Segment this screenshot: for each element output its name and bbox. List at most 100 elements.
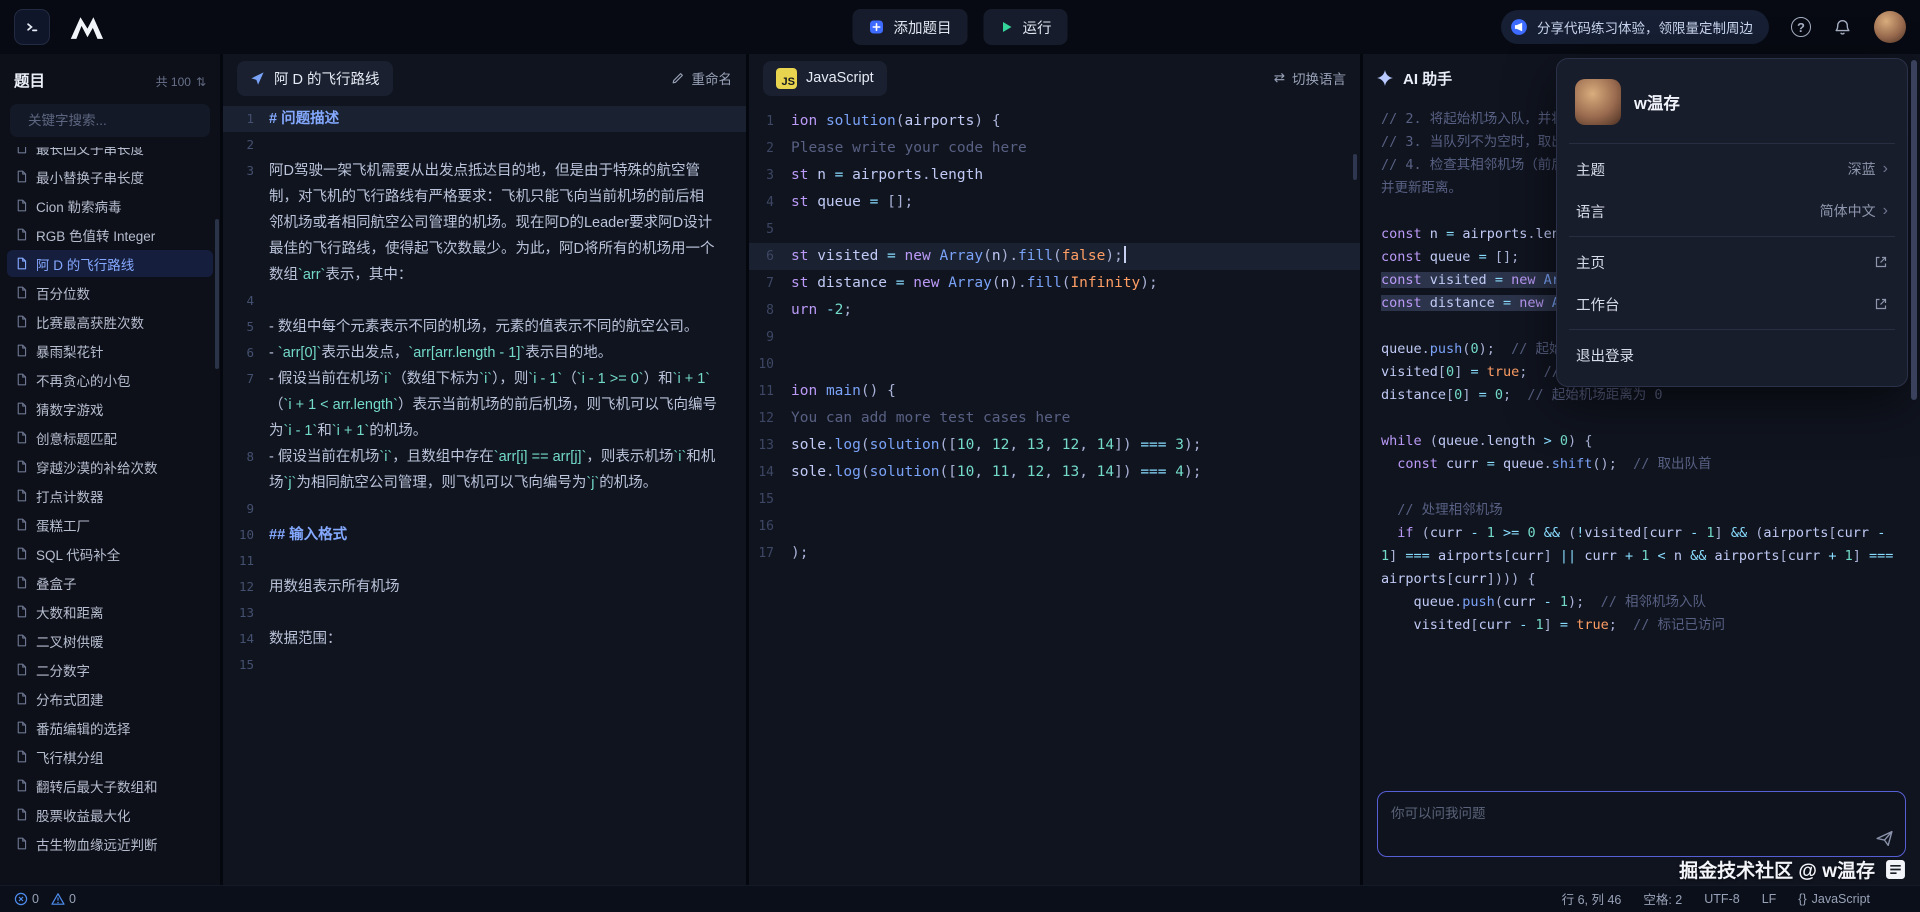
sidebar-item[interactable]: 猜数字游戏 [7, 395, 213, 422]
problem-line[interactable]: 15 [223, 652, 746, 678]
problem-line[interactable]: 8- 假设当前在机场`i`，且数组中存在`arr[i] == arr[j]`，则… [223, 444, 746, 496]
sidebar-item[interactable]: 穿越沙漠的补给次数 [7, 453, 213, 480]
eol-type[interactable]: LF [1762, 892, 1777, 906]
sidebar-item[interactable]: 蛋糕工厂 [7, 511, 213, 538]
editor-line[interactable]: 4st queue = []; [749, 189, 1360, 216]
editor-line[interactable]: 10 [749, 351, 1360, 378]
editor-scrollbar[interactable] [1353, 154, 1357, 180]
sidebar-scrollbar[interactable] [215, 219, 219, 369]
sidebar-item[interactable]: 大数和距离 [7, 598, 213, 625]
problem-line[interactable]: 11 [223, 548, 746, 574]
add-problem-button[interactable]: 添加题目 [853, 9, 968, 45]
sidebar-item[interactable]: Cion 勒索病毒 [7, 192, 213, 219]
indentation[interactable]: 空格: 2 [1643, 889, 1682, 908]
problem-line[interactable]: 13 [223, 600, 746, 626]
run-button[interactable]: 运行 [984, 9, 1068, 45]
switch-language-label: 切换语言 [1292, 68, 1346, 88]
problem-line[interactable]: 4 [223, 288, 746, 314]
menu-item-theme[interactable]: 主题 深蓝 › [1567, 148, 1897, 190]
sidebar-item[interactable]: 二叉树供暖 [7, 627, 213, 654]
problem-line[interactable]: 5- 数组中每个元素表示不同的机场，元素的值表示不同的航空公司。 [223, 314, 746, 340]
editor-line[interactable]: 13sole.log(solution([10, 12, 13, 12, 14]… [749, 432, 1360, 459]
sidebar-item[interactable]: SQL 代码补全 [7, 540, 213, 567]
editor-body[interactable]: 1ion solution(airports) {2Please write y… [749, 102, 1360, 885]
document-icon [15, 547, 28, 560]
problem-line[interactable]: 2 [223, 132, 746, 158]
problem-line[interactable]: 6- `arr[0]`表示出发点，`arr[arr.length - 1]`表示… [223, 340, 746, 366]
sidebar-item[interactable]: 番茄编辑的选择 [7, 714, 213, 741]
help-button[interactable]: ? [1791, 17, 1811, 37]
editor-line[interactable]: 14sole.log(solution([10, 11, 12, 13, 14]… [749, 459, 1360, 486]
search-input[interactable] [28, 113, 205, 128]
menu-item-home[interactable]: 主页 [1567, 241, 1897, 283]
sidebar-item[interactable]: 飞行棋分组 [7, 743, 213, 770]
editor-line[interactable]: 6st visited = new Array(n).fill(false); [749, 243, 1360, 270]
document-icon [15, 147, 28, 154]
ai-chat-input[interactable]: 你可以问我问题 [1377, 791, 1906, 857]
menu-item-logout[interactable]: 退出登录 [1567, 334, 1897, 376]
line-number: 10 [223, 522, 269, 548]
line-number: 4 [223, 288, 269, 314]
sidebar-item[interactable]: 百分位数 [7, 279, 213, 306]
app-logo[interactable] [14, 9, 50, 45]
problem-line[interactable]: 10## 输入格式 [223, 522, 746, 548]
problem-line[interactable]: 3阿D驾驶一架飞机需要从出发点抵达目的地，但是由于特殊的航空管制，对飞机的飞行路… [223, 158, 746, 288]
marscode-logo[interactable] [66, 13, 110, 41]
menu-item-language[interactable]: 语言 简体中文 › [1567, 190, 1897, 232]
editor-line[interactable]: 16 [749, 513, 1360, 540]
cursor-position[interactable]: 行 6, 列 46 [1562, 889, 1622, 908]
problem-line[interactable]: 12用数组表示所有机场 [223, 574, 746, 600]
problem-line[interactable]: 1# 问题描述 [223, 106, 746, 132]
editor-line[interactable]: 5 [749, 216, 1360, 243]
sidebar-item[interactable]: 最小替换子串长度 [7, 163, 213, 190]
terminal-logo-icon [23, 18, 41, 36]
javascript-badge-icon: JS [776, 68, 797, 89]
send-icon[interactable] [1875, 829, 1894, 848]
language-mode[interactable]: {} JavaScript [1798, 892, 1870, 906]
editor-line[interactable]: 15 [749, 486, 1360, 513]
sidebar-item[interactable]: 股票收益最大化 [7, 801, 213, 828]
problem-line[interactable]: 9 [223, 496, 746, 522]
rename-button[interactable]: 重命名 [671, 68, 733, 88]
sidebar-item[interactable]: 二分数字 [7, 656, 213, 683]
editor-line[interactable]: 7st distance = new Array(n).fill(Infinit… [749, 270, 1360, 297]
problem-line[interactable]: 7- 假设当前在机场`i`（数组下标为`i`），则`i - 1`（`i - 1 … [223, 366, 746, 444]
editor-line[interactable]: 8urn -2; [749, 297, 1360, 324]
editor-line[interactable]: 11ion main() { [749, 378, 1360, 405]
encoding[interactable]: UTF-8 [1704, 892, 1739, 906]
editor-line[interactable]: 9 [749, 324, 1360, 351]
sidebar-item[interactable]: 创意标题匹配 [7, 424, 213, 451]
problem-line[interactable]: 14数据范围： [223, 626, 746, 652]
search-box[interactable] [10, 104, 210, 137]
editor-line[interactable]: 12You can add more test cases here [749, 405, 1360, 432]
editor-line[interactable]: 17); [749, 540, 1360, 567]
megaphone-icon [1510, 18, 1528, 36]
sidebar-item[interactable]: 打点计数器 [7, 482, 213, 509]
warning-count[interactable]: 0 [51, 892, 76, 906]
editor-line[interactable]: 2Please write your code here [749, 135, 1360, 162]
sidebar-item[interactable]: 古生物血缘远近判断 [7, 830, 213, 857]
user-avatar[interactable] [1874, 11, 1906, 43]
sidebar-item[interactable]: 叠盒子 [7, 569, 213, 596]
problem-body[interactable]: 1# 问题描述2 3阿D驾驶一架飞机需要从出发点抵达目的地，但是由于特殊的航空管… [223, 102, 746, 885]
sidebar-item[interactable]: 分布式团建 [7, 685, 213, 712]
sidebar-item[interactable]: RGB 色值转 Integer [7, 221, 213, 248]
sidebar-item[interactable]: 比赛最高获胜次数 [7, 308, 213, 335]
switch-language-button[interactable]: ⇄ 切换语言 [1274, 68, 1346, 88]
ai-code-line: while (queue.length > 0) { [1381, 430, 1920, 453]
error-count[interactable]: 0 [14, 892, 39, 906]
document-icon [15, 228, 28, 241]
sidebar-item[interactable]: 阿 D 的飞行路线 [7, 250, 213, 277]
promo-banner[interactable]: 分享代码练习体验，领限量定制周边 [1501, 10, 1769, 44]
chevron-right-icon: › [1883, 202, 1888, 220]
sort-icon[interactable]: ⇅ [196, 75, 206, 89]
menu-item-workspace[interactable]: 工作台 [1567, 283, 1897, 325]
sidebar-item[interactable]: 翻转后最大子数组和 [7, 772, 213, 799]
editor-line[interactable]: 1ion solution(airports) { [749, 108, 1360, 135]
sidebar-item[interactable]: 不再贪心的小包 [7, 366, 213, 393]
sidebar-item[interactable]: 暴雨梨花针 [7, 337, 213, 364]
editor-line[interactable]: 3st n = airports.length [749, 162, 1360, 189]
notifications-bell-icon[interactable] [1833, 18, 1852, 37]
window-scrollbar[interactable] [1911, 60, 1917, 400]
sidebar-item[interactable]: 最长回文子串长度 [7, 147, 213, 161]
